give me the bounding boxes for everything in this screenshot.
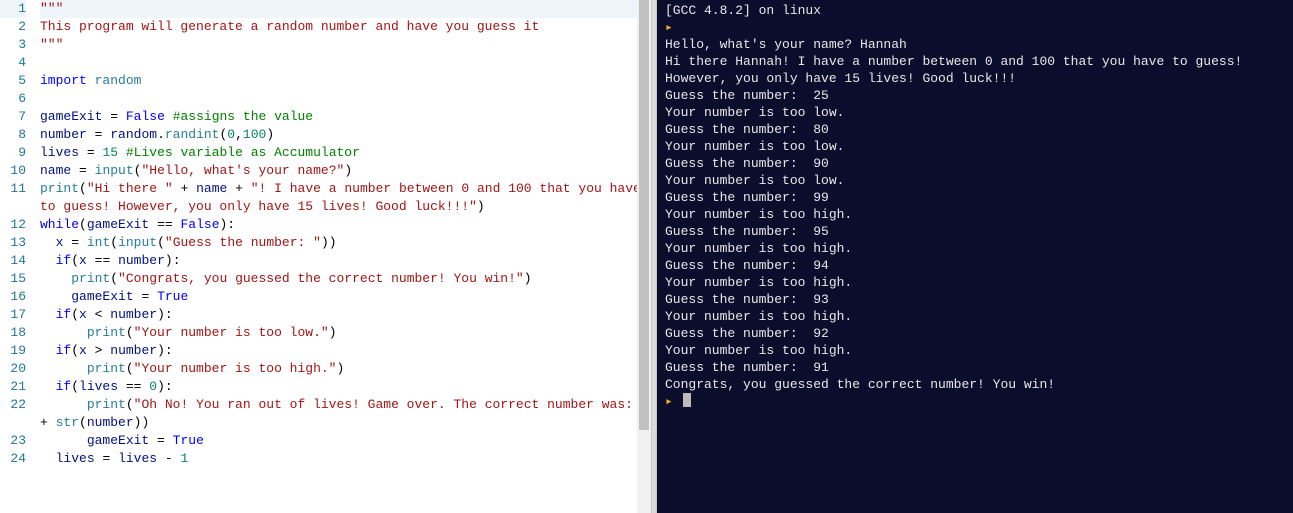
terminal-line: Your number is too high. bbox=[665, 308, 1285, 325]
code-area[interactable]: """This program will generate a random n… bbox=[40, 0, 651, 513]
terminal-pane[interactable]: [GCC 4.8.2] on linux▸ Hello, what's your… bbox=[657, 0, 1293, 513]
editor-scrollbar[interactable] bbox=[637, 0, 651, 513]
terminal-line: Guess the number: 95 bbox=[665, 223, 1285, 240]
line-number: 3 bbox=[0, 36, 26, 54]
line-number: 8 bbox=[0, 126, 26, 144]
terminal-line: Your number is too low. bbox=[665, 138, 1285, 155]
code-line[interactable]: name = input("Hello, what's your name?") bbox=[40, 162, 651, 180]
code-line[interactable] bbox=[40, 54, 651, 72]
line-number-continuation bbox=[0, 414, 26, 432]
line-number: 12 bbox=[0, 216, 26, 234]
line-number: 20 bbox=[0, 360, 26, 378]
terminal-line: [GCC 4.8.2] on linux bbox=[665, 2, 1285, 19]
line-number: 17 bbox=[0, 306, 26, 324]
line-number: 1 bbox=[0, 0, 26, 18]
line-number: 16 bbox=[0, 288, 26, 306]
line-number: 7 bbox=[0, 108, 26, 126]
code-line[interactable]: print("Hi there " + name + "! I have a n… bbox=[40, 180, 651, 216]
terminal-line: ▸ bbox=[665, 19, 1285, 36]
code-editor-pane[interactable]: 123456789101112131415161718192021222324 … bbox=[0, 0, 651, 513]
terminal-line: Guess the number: 99 bbox=[665, 189, 1285, 206]
terminal-line: Guess the number: 25 bbox=[665, 87, 1285, 104]
line-number: 10 bbox=[0, 162, 26, 180]
terminal-line: Guess the number: 91 bbox=[665, 359, 1285, 376]
line-number: 14 bbox=[0, 252, 26, 270]
line-number: 15 bbox=[0, 270, 26, 288]
code-line[interactable]: print("Oh No! You ran out of lives! Game… bbox=[40, 396, 651, 432]
terminal-line: Guess the number: 92 bbox=[665, 325, 1285, 342]
code-line[interactable]: gameExit = True bbox=[40, 432, 651, 450]
code-line[interactable]: """ bbox=[40, 0, 651, 18]
code-line[interactable]: if(x > number): bbox=[40, 342, 651, 360]
code-line[interactable]: gameExit = False #assigns the value bbox=[40, 108, 651, 126]
code-line[interactable]: """ bbox=[40, 36, 651, 54]
line-number: 5 bbox=[0, 72, 26, 90]
code-line[interactable]: This program will generate a random numb… bbox=[40, 18, 651, 36]
code-line[interactable]: number = random.randint(0,100) bbox=[40, 126, 651, 144]
code-line[interactable]: print("Your number is too high.") bbox=[40, 360, 651, 378]
terminal-line: ▸ bbox=[665, 393, 1285, 410]
terminal-line: Hello, what's your name? Hannah bbox=[665, 36, 1285, 53]
line-number: 4 bbox=[0, 54, 26, 72]
line-number: 22 bbox=[0, 396, 26, 414]
prompt-icon: ▸ bbox=[665, 394, 673, 409]
terminal-line: Guess the number: 80 bbox=[665, 121, 1285, 138]
code-line[interactable]: if(lives == 0): bbox=[40, 378, 651, 396]
terminal-line: Guess the number: 90 bbox=[665, 155, 1285, 172]
code-line[interactable] bbox=[40, 90, 651, 108]
code-line[interactable]: gameExit = True bbox=[40, 288, 651, 306]
terminal-cursor bbox=[683, 393, 691, 407]
terminal-line: Your number is too low. bbox=[665, 104, 1285, 121]
line-number-gutter: 123456789101112131415161718192021222324 bbox=[0, 0, 40, 513]
prompt-icon: ▸ bbox=[665, 20, 673, 35]
terminal-line: Hi there Hannah! I have a number between… bbox=[665, 53, 1285, 87]
line-number: 19 bbox=[0, 342, 26, 360]
code-line[interactable]: import random bbox=[40, 72, 651, 90]
code-line[interactable]: if(x == number): bbox=[40, 252, 651, 270]
line-number: 9 bbox=[0, 144, 26, 162]
line-number: 23 bbox=[0, 432, 26, 450]
code-line[interactable]: print("Congrats, you guessed the correct… bbox=[40, 270, 651, 288]
line-number: 13 bbox=[0, 234, 26, 252]
terminal-line: Congrats, you guessed the correct number… bbox=[665, 376, 1285, 393]
terminal-line: Your number is too high. bbox=[665, 274, 1285, 291]
code-line[interactable]: while(gameExit == False): bbox=[40, 216, 651, 234]
code-line[interactable]: x = int(input("Guess the number: ")) bbox=[40, 234, 651, 252]
terminal-line: Guess the number: 94 bbox=[665, 257, 1285, 274]
line-number: 2 bbox=[0, 18, 26, 36]
line-number-continuation bbox=[0, 198, 26, 216]
editor-scrollbar-thumb[interactable] bbox=[639, 0, 649, 430]
line-number: 11 bbox=[0, 180, 26, 198]
terminal-line: Guess the number: 93 bbox=[665, 291, 1285, 308]
code-line[interactable]: print("Your number is too low.") bbox=[40, 324, 651, 342]
terminal-line: Your number is too high. bbox=[665, 342, 1285, 359]
terminal-line: Your number is too low. bbox=[665, 172, 1285, 189]
code-line[interactable]: if(x < number): bbox=[40, 306, 651, 324]
line-number: 18 bbox=[0, 324, 26, 342]
code-line[interactable]: lives = lives - 1 bbox=[40, 450, 651, 468]
line-number: 21 bbox=[0, 378, 26, 396]
terminal-line: Your number is too high. bbox=[665, 240, 1285, 257]
line-number: 6 bbox=[0, 90, 26, 108]
terminal-line: Your number is too high. bbox=[665, 206, 1285, 223]
line-number: 24 bbox=[0, 450, 26, 468]
code-line[interactable]: lives = 15 #Lives variable as Accumulato… bbox=[40, 144, 651, 162]
